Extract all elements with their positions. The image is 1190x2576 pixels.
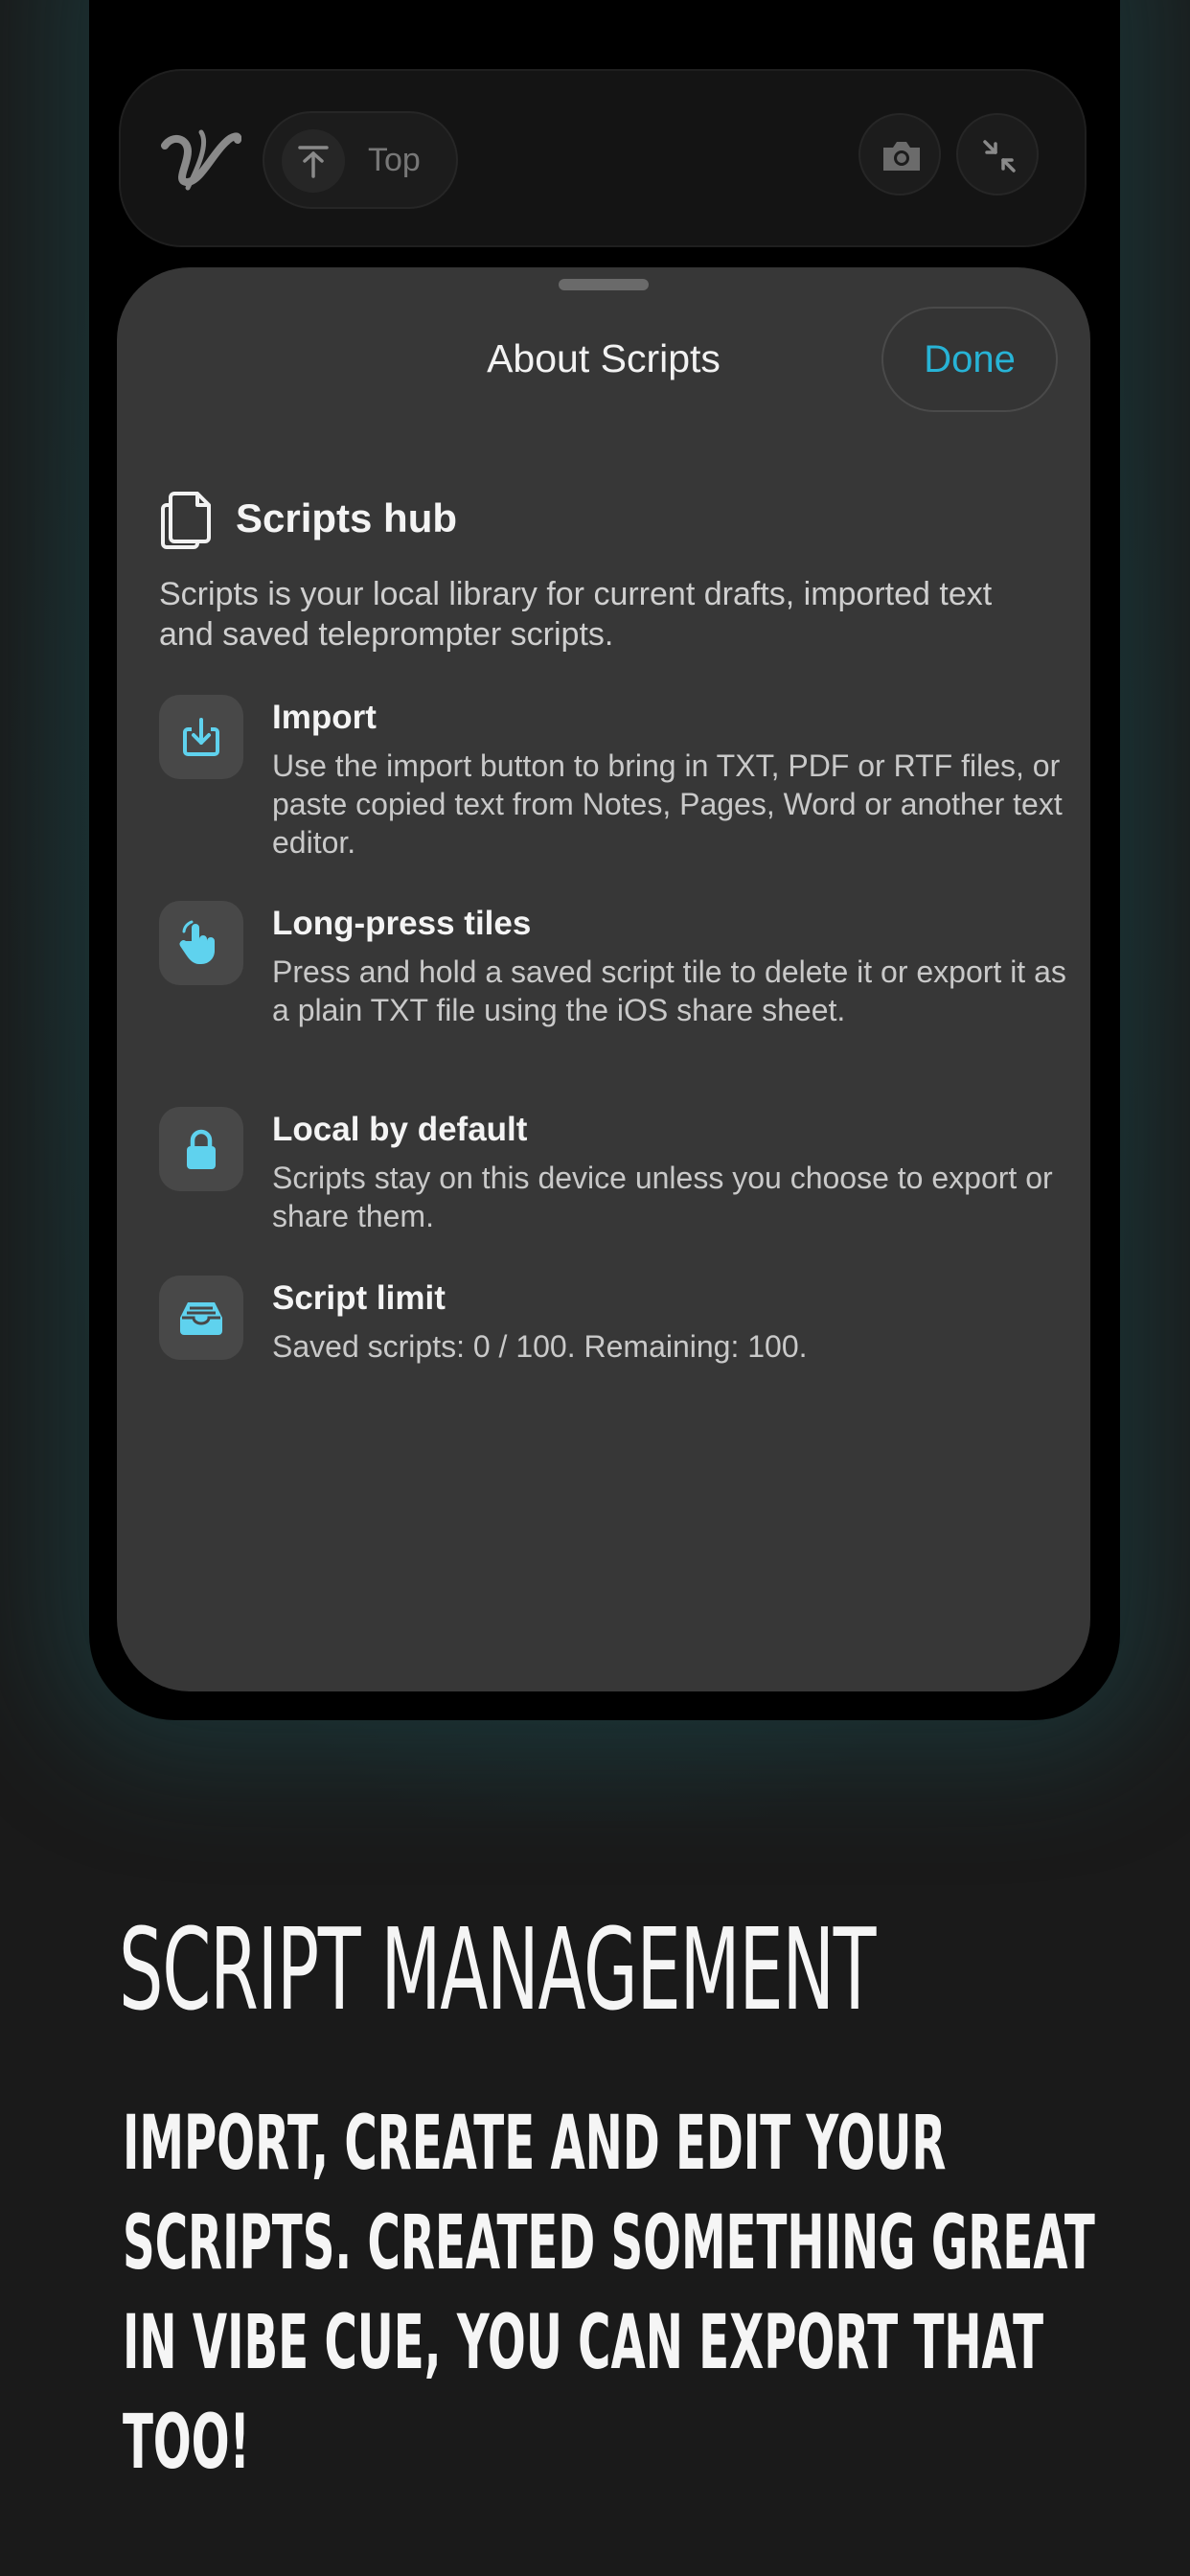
info-item-title: Import [272, 699, 377, 736]
info-item-description: Use the import button to bring in TXT, P… [272, 748, 1063, 860]
tray-icon [159, 1276, 243, 1360]
marketing-headline: SCRIPT MANAGEMENT [119, 1903, 877, 2036]
camera-icon [883, 142, 920, 171]
app-logo-icon [161, 129, 241, 191]
top-label: Top [368, 142, 421, 178]
scripts-hub-description: Scripts is your local library for curren… [159, 576, 993, 653]
import-icon [159, 695, 243, 779]
info-item-title: Script limit [272, 1279, 446, 1317]
arrow-up-icon [282, 129, 345, 193]
scroll-to-top-button[interactable]: Top [263, 111, 458, 209]
info-item-title: Long-press tiles [272, 905, 532, 942]
info-item-title: Local by default [272, 1111, 528, 1148]
hand-press-icon [159, 901, 243, 985]
sheet-grabber[interactable] [559, 279, 649, 290]
info-item-description: Saved scripts: 0 / 100. Remaining: 100. [272, 1329, 808, 1364]
camera-button[interactable] [858, 113, 941, 196]
top-toolbar: Top [119, 69, 1087, 247]
info-item-description: Press and hold a saved script tile to de… [272, 954, 1066, 1027]
about-scripts-sheet: About Scripts Done Scripts hub Scripts i… [117, 267, 1090, 1691]
info-item-description: Scripts stay on this device unless you c… [272, 1161, 1053, 1233]
collapse-button[interactable] [956, 113, 1039, 196]
collapse-arrows-icon [983, 140, 1016, 172]
done-button[interactable]: Done [881, 307, 1058, 412]
documents-icon [161, 492, 211, 549]
lock-icon [159, 1107, 243, 1191]
marketing-subheadline: IMPORT, CREATE AND EDIT YOUR SCRIPTS. CR… [123, 2101, 1095, 2486]
scripts-hub-title: Scripts hub [236, 495, 458, 540]
